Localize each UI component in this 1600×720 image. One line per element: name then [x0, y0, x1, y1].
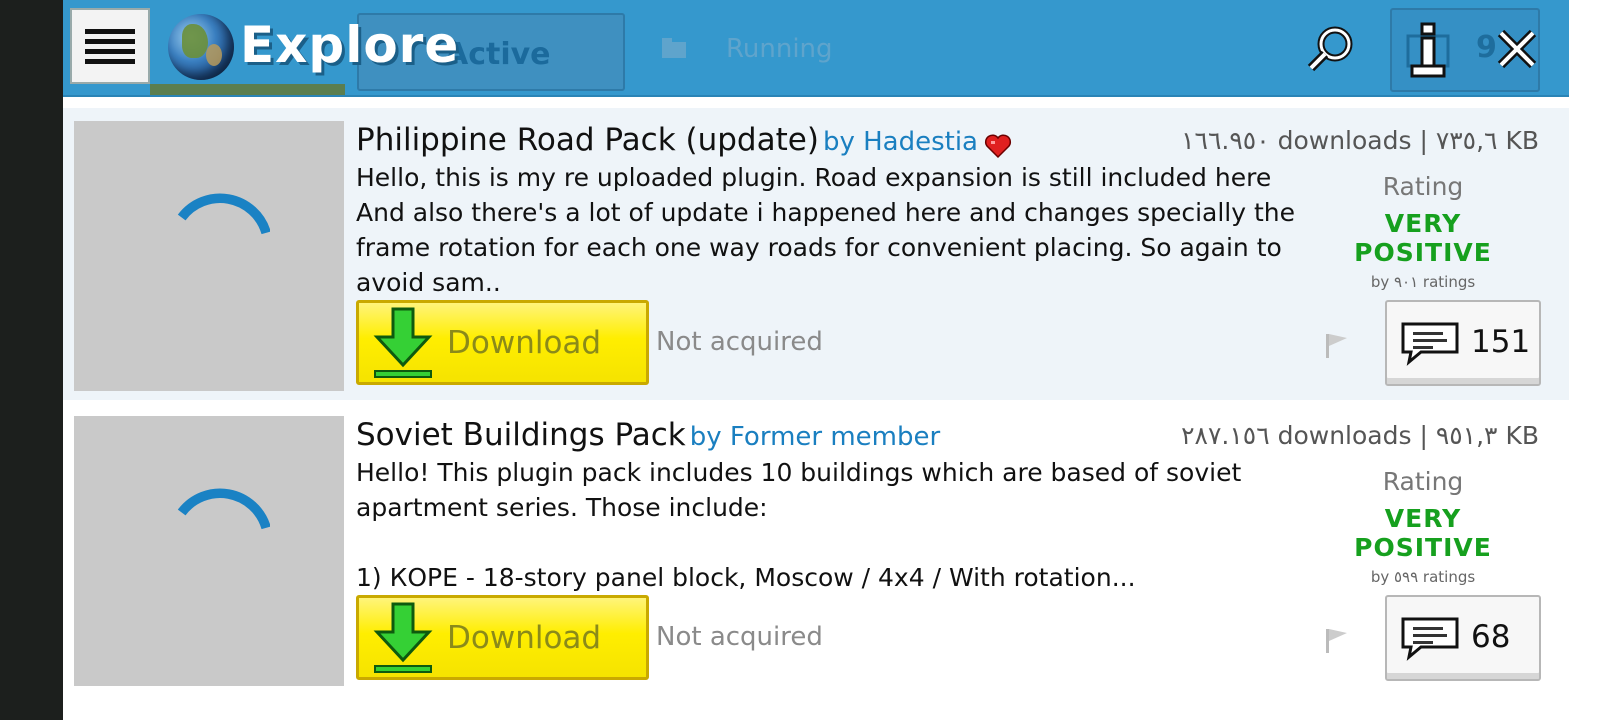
spinner-icon	[177, 488, 270, 530]
rating-count: by ٥٩٩ ratings	[1370, 568, 1476, 586]
comment-icon	[1401, 617, 1459, 661]
acquired-status: Not acquired	[656, 327, 823, 357]
plugin-description: Hello, this is my re uploaded plugin. Ro…	[356, 160, 1316, 300]
comment-icon	[1401, 322, 1459, 366]
download-arrow-icon	[373, 307, 433, 378]
close-icon[interactable]	[1496, 28, 1538, 70]
spinner-icon	[177, 193, 270, 235]
menu-button[interactable]	[70, 8, 150, 84]
flag-icon[interactable]	[1323, 330, 1349, 360]
rating-count: by ٩٠١ ratings	[1370, 273, 1476, 291]
menu-icon-bar	[85, 48, 135, 54]
comment-count: 68	[1471, 619, 1511, 655]
download-button[interactable]: Download	[356, 595, 649, 680]
download-arrow-icon	[373, 602, 433, 673]
download-button[interactable]: Download	[356, 300, 649, 385]
globe-icon	[168, 14, 234, 80]
download-stats: ١٦٦.٩٥٠ downloads | ٧٣٥,٦ KB	[1181, 126, 1539, 155]
rating-box: Rating VERY POSITIVE by ٥٩٩ ratings	[1318, 467, 1528, 586]
rating-box: Rating VERY POSITIVE by ٩٠١ ratings	[1318, 172, 1528, 291]
plugin-title-row: Soviet Buildings Pack by Former member	[356, 417, 940, 453]
search-icon[interactable]	[1305, 24, 1355, 74]
page-title: Explore	[240, 16, 460, 74]
plugin-title-row: Philippine Road Pack (update) by Hadestia	[356, 122, 1012, 159]
download-stats: ٢٨٧.١٥٦ downloads | ٩٥١,٣ KB	[1181, 421, 1539, 450]
heart-icon	[984, 133, 1012, 158]
plugin-item[interactable]: Philippine Road Pack (update) by Hadestia…	[63, 108, 1569, 400]
rating-value: VERY POSITIVE	[1354, 504, 1492, 562]
tab-running-label[interactable]: Running	[726, 34, 833, 64]
description-text: Hello, this is my re uploaded plugin. Ro…	[356, 163, 1296, 297]
plugin-thumbnail[interactable]	[74, 416, 344, 686]
thumbnail-strip	[150, 84, 345, 95]
plugin-item[interactable]: Soviet Buildings Pack by Former member ٢٨…	[63, 403, 1569, 695]
tab-active-label: Active	[445, 37, 551, 72]
comment-count: 151	[1471, 324, 1531, 360]
rating-label: Rating	[1382, 172, 1464, 201]
comments-button[interactable]: 151	[1385, 300, 1541, 386]
folder-icon[interactable]	[660, 36, 690, 60]
description-text: Hello! This plugin pack includes 10 buil…	[356, 458, 1242, 592]
plugin-description: Hello! This plugin pack includes 10 buil…	[356, 455, 1316, 595]
download-label: Download	[447, 620, 602, 656]
plugin-title[interactable]: Philippine Road Pack (update)	[356, 122, 819, 158]
menu-icon-bar	[85, 58, 135, 64]
rating-value: VERY POSITIVE	[1354, 209, 1492, 267]
info-count: 9	[1476, 30, 1497, 65]
acquired-status: Not acquired	[656, 622, 823, 652]
comments-button[interactable]: 68	[1385, 595, 1541, 681]
info-icon[interactable]	[1402, 22, 1460, 80]
plugin-thumbnail[interactable]	[74, 121, 344, 391]
download-label: Download	[447, 325, 602, 361]
rating-label: Rating	[1382, 467, 1464, 496]
menu-icon-bar	[85, 38, 135, 44]
plugin-title[interactable]: Soviet Buildings Pack	[356, 417, 686, 453]
flag-icon[interactable]	[1323, 625, 1349, 655]
plugin-author-link[interactable]: by Hadestia	[823, 127, 978, 157]
menu-icon-bar	[85, 28, 135, 34]
plugin-author-link[interactable]: by Former member	[690, 422, 940, 452]
